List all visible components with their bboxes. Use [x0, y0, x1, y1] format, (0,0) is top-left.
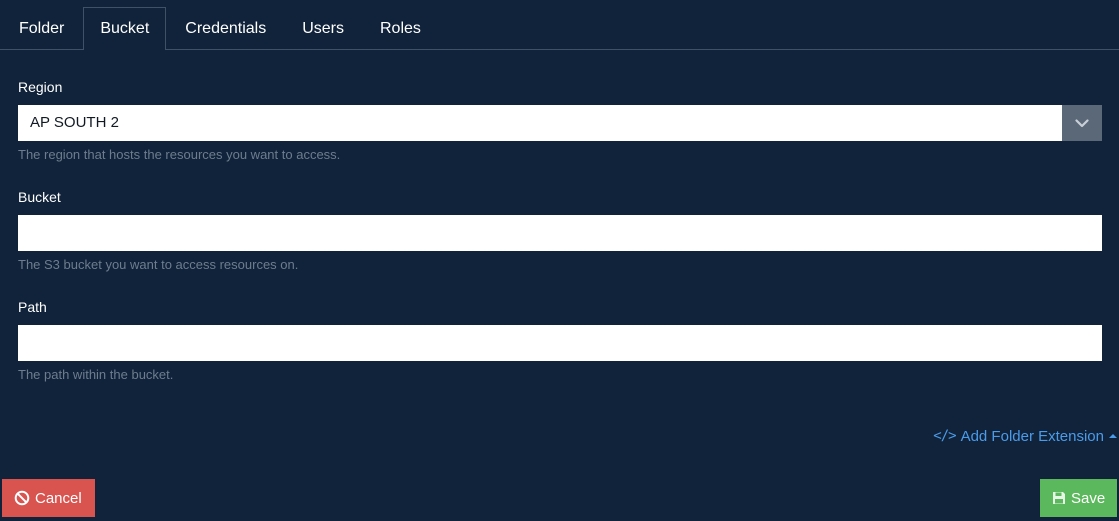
- save-button[interactable]: Save: [1040, 479, 1117, 517]
- bucket-form: Region AP SOUTH 2 The region that hosts …: [18, 78, 1102, 408]
- cancel-button[interactable]: Cancel: [2, 479, 95, 517]
- region-label: Region: [18, 79, 63, 95]
- add-folder-extension-label: Add Folder Extension: [960, 427, 1104, 445]
- path-field-group: Path The path within the bucket.: [18, 298, 1102, 383]
- chevron-down-icon[interactable]: [1062, 105, 1102, 141]
- cancel-button-label: Cancel: [35, 489, 82, 507]
- ban-icon: [14, 490, 30, 506]
- bucket-input[interactable]: [18, 215, 1102, 251]
- region-field-group: Region AP SOUTH 2 The region that hosts …: [18, 78, 1102, 163]
- bucket-label: Bucket: [18, 189, 61, 205]
- tab-bar: Folder Bucket Credentials Users Roles: [0, 0, 1119, 50]
- region-help-text: The region that hosts the resources you …: [18, 147, 341, 162]
- add-folder-extension-link[interactable]: </> Add Folder Extension: [933, 426, 1117, 446]
- path-help-text: The path within the bucket.: [18, 367, 174, 382]
- path-label: Path: [18, 299, 47, 315]
- caret-up-icon: [1109, 434, 1117, 438]
- floppy-disk-icon: [1052, 491, 1066, 505]
- save-button-label: Save: [1071, 489, 1106, 507]
- code-icon: </>: [933, 428, 956, 444]
- region-select[interactable]: AP SOUTH 2: [18, 105, 1102, 141]
- tab-roles[interactable]: Roles: [363, 7, 438, 49]
- bucket-help-text: The S3 bucket you want to access resourc…: [18, 257, 299, 272]
- tab-folder[interactable]: Folder: [2, 7, 81, 49]
- bucket-field-group: Bucket The S3 bucket you want to access …: [18, 188, 1102, 273]
- folder-settings-page: Folder Bucket Credentials Users Roles Re…: [0, 0, 1119, 521]
- tab-credentials[interactable]: Credentials: [168, 7, 283, 49]
- path-input[interactable]: [18, 325, 1102, 361]
- tab-bucket[interactable]: Bucket: [83, 7, 167, 50]
- tab-users[interactable]: Users: [285, 7, 361, 49]
- region-select-value: AP SOUTH 2: [30, 114, 119, 131]
